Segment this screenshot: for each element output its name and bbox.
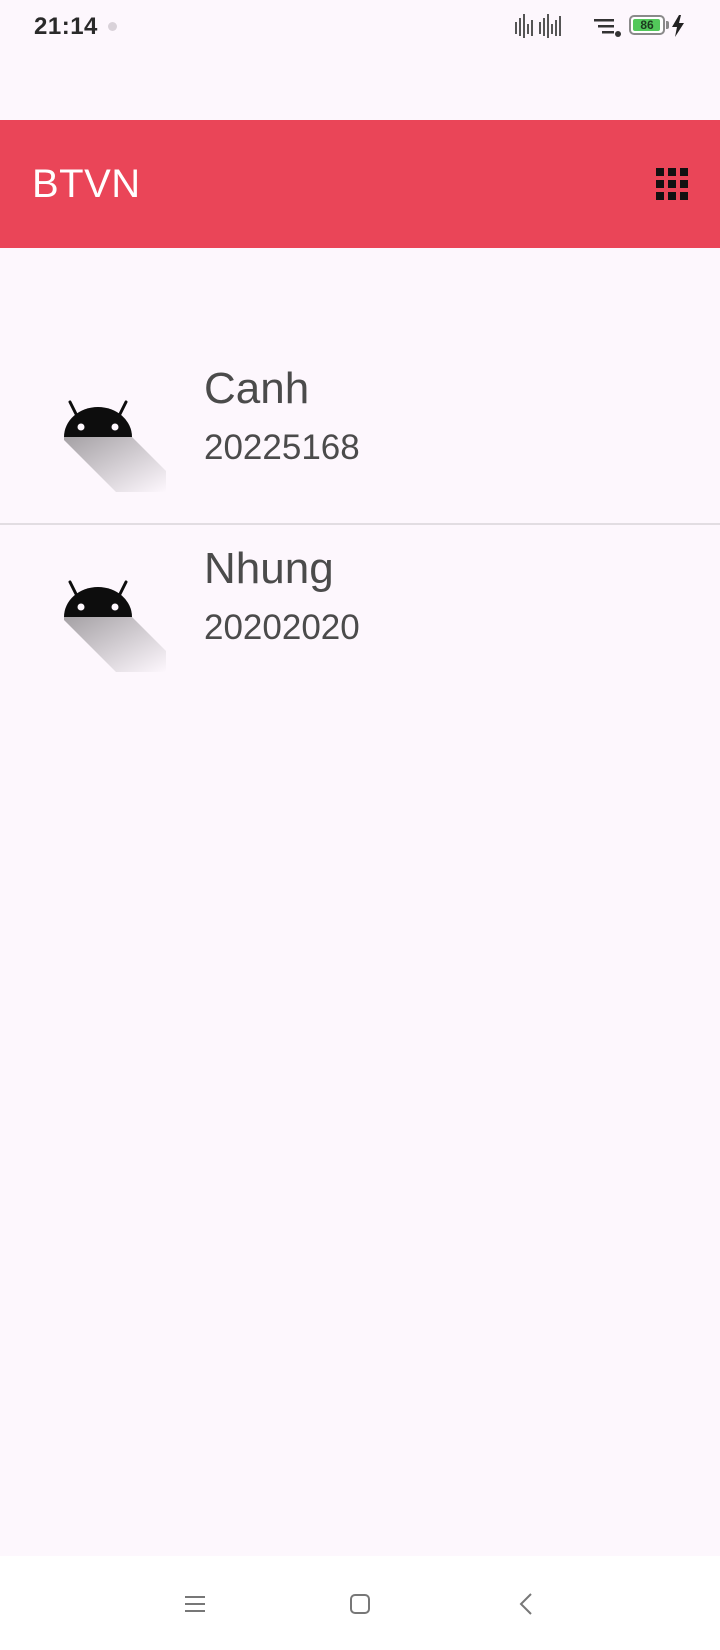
status-bar: 21:14 86 xyxy=(0,0,720,56)
battery-level: 86 xyxy=(640,18,654,32)
divider xyxy=(0,523,720,525)
menu-icon xyxy=(185,1596,205,1612)
android-icon xyxy=(64,400,166,492)
grid-menu-button[interactable] xyxy=(648,160,696,208)
item-id: 20202020 xyxy=(204,608,360,647)
back-button[interactable] xyxy=(506,1584,546,1624)
item-id: 20225168 xyxy=(204,428,360,467)
signal-icon xyxy=(515,14,561,38)
app-title: BTVN xyxy=(32,162,141,206)
android-icon xyxy=(64,580,166,672)
charging-icon xyxy=(672,15,684,37)
item-name: Nhung xyxy=(204,544,334,593)
back-icon xyxy=(519,1593,532,1615)
wifi-icon xyxy=(594,19,621,37)
home-button[interactable] xyxy=(340,1584,380,1624)
notification-dot xyxy=(108,22,117,31)
battery-icon: 86 xyxy=(629,15,665,35)
list-item[interactable]: Canh 20225168 xyxy=(0,346,720,522)
navigation-bar xyxy=(0,1556,720,1650)
grid-icon xyxy=(656,168,688,200)
recent-apps-button[interactable] xyxy=(175,1584,215,1624)
app-bar: BTVN xyxy=(0,120,720,248)
list-item[interactable]: Nhung 20202020 xyxy=(0,526,720,702)
item-name: Canh xyxy=(204,364,310,413)
home-icon xyxy=(350,1594,370,1614)
status-time: 21:14 xyxy=(34,13,98,40)
